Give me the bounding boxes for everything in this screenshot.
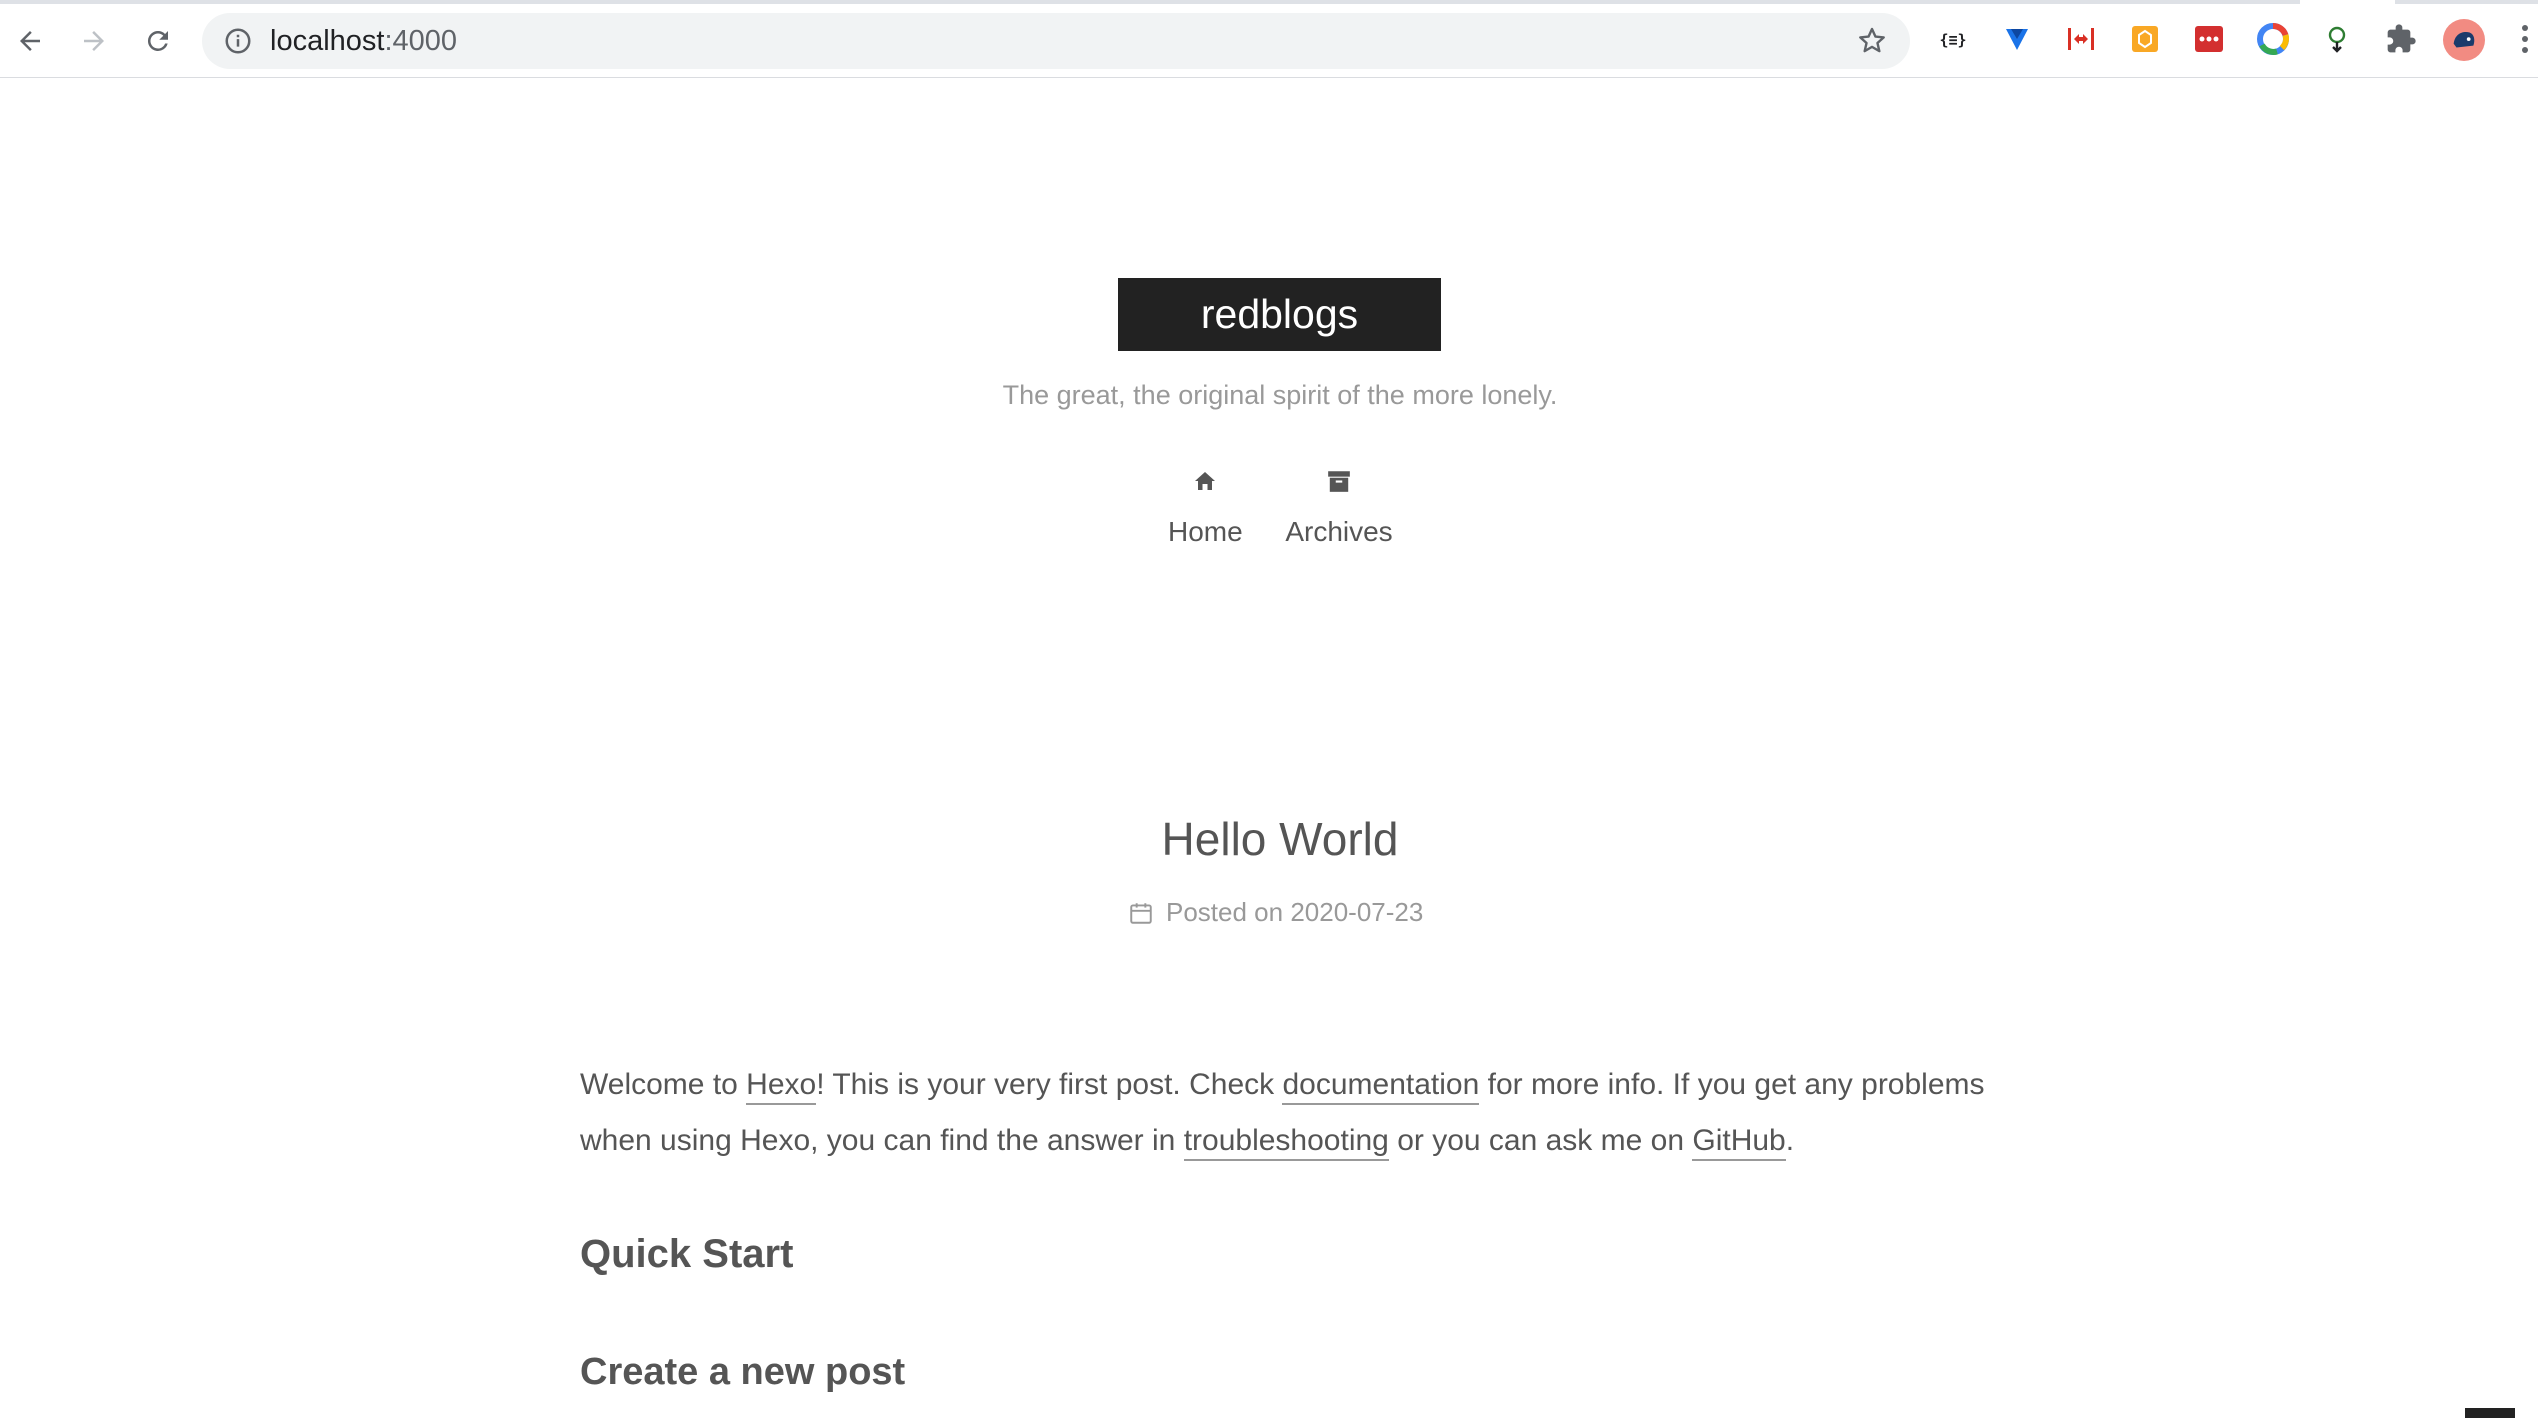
home-icon <box>1168 468 1242 504</box>
post-paragraph: Welcome to Hexo! This is your very first… <box>580 1057 2020 1169</box>
menu-item-archives[interactable]: Archives <box>1284 468 1394 548</box>
archive-icon <box>1284 468 1394 504</box>
paragraph-text: . <box>1785 1124 1795 1157</box>
menu-item-home[interactable]: Home <box>1168 468 1243 548</box>
heading-create-post: Create a new post <box>580 1351 906 1393</box>
address-bar[interactable]: localhost:4000 <box>202 13 1910 69</box>
troubleshooting-link[interactable]: troubleshooting <box>1183 1124 1389 1161</box>
calendar-icon <box>1130 902 1152 924</box>
paragraph-text: Welcome to <box>580 1068 747 1101</box>
tab-strip-edge <box>0 0 2300 4</box>
post-date: 2020-07-23 <box>1290 897 1424 927</box>
vue-devtools-extension-icon[interactable] <box>1999 21 2035 57</box>
site-brand[interactable]: redblogs <box>1118 278 1441 351</box>
menu-item-label: Home <box>1168 516 1243 547</box>
forward-button[interactable] <box>70 17 118 65</box>
github-link[interactable]: GitHub <box>1692 1124 1786 1161</box>
heading-quick-start: Quick Start <box>580 1232 794 1276</box>
url-host: localhost <box>270 25 385 57</box>
chrome-extension-icon[interactable] <box>2255 21 2291 57</box>
lastpass-extension-icon[interactable] <box>2191 21 2227 57</box>
leaf-extension-icon[interactable] <box>2319 21 2355 57</box>
paragraph-text: or you can ask me on <box>1388 1124 1693 1157</box>
post-meta: Posted on 2020-07-23 <box>1128 897 1423 928</box>
site-subtitle: The great, the original spirit of the mo… <box>1002 380 1558 410</box>
site-info-icon[interactable] <box>222 25 254 57</box>
hexo-link[interactable]: Hexo <box>746 1068 817 1105</box>
arrow-right-icon <box>84 31 104 51</box>
grid-extension-icon[interactable] <box>2127 21 2163 57</box>
resize-extension-icon[interactable] <box>2063 21 2099 57</box>
back-to-top-button[interactable] <box>2465 1408 2515 1418</box>
url-text[interactable]: localhost:4000 <box>270 25 457 57</box>
profile-avatar[interactable] <box>2443 19 2485 61</box>
puzzle-extension-icon[interactable] <box>2383 21 2419 57</box>
menu-item-label: Archives <box>1285 516 1393 547</box>
tab-strip-edge-right <box>2395 0 2538 4</box>
browser-toolbar: localhost:4000 {≡} <box>0 0 2538 78</box>
back-button[interactable] <box>6 17 54 65</box>
arrow-left-icon <box>20 31 40 51</box>
bookmark-star-icon[interactable] <box>1854 23 1890 59</box>
reload-button[interactable] <box>134 17 182 65</box>
json-viewer-extension-icon[interactable]: {≡} <box>1935 21 1971 57</box>
documentation-link[interactable]: documentation <box>1282 1068 1480 1105</box>
url-port: :4000 <box>384 25 458 57</box>
paragraph-text: ! This is your very first post. Check <box>816 1068 1283 1101</box>
post-meta-label: Posted on <box>1166 897 1284 927</box>
browser-menu-button[interactable] <box>2515 21 2535 57</box>
svg-text:{≡}: {≡} <box>1939 31 1966 49</box>
reload-icon <box>147 30 168 51</box>
post-title[interactable]: Hello World <box>0 812 2538 866</box>
